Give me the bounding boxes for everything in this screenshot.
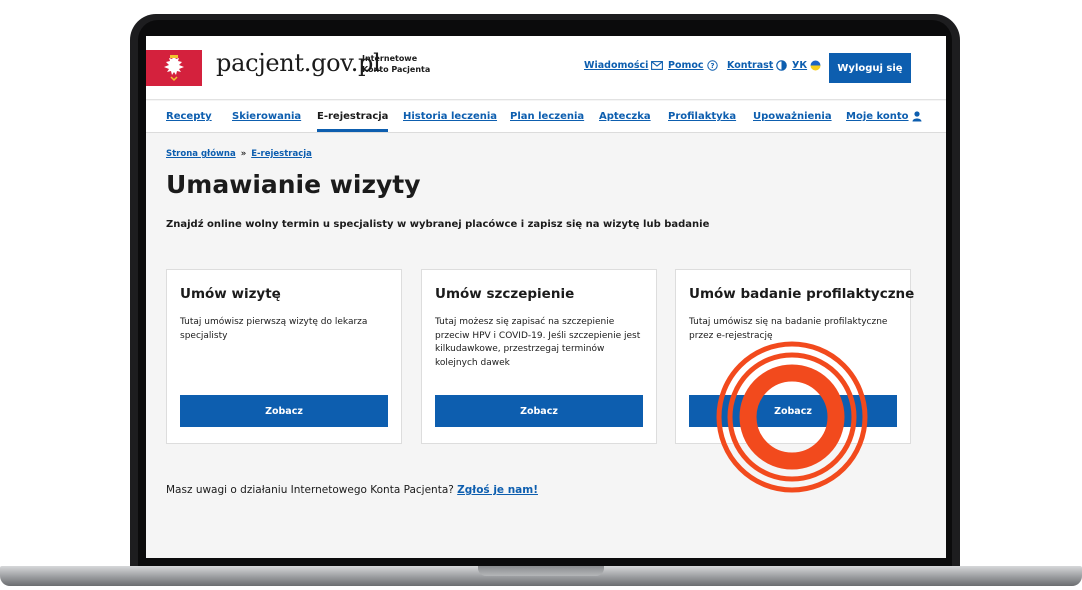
site-logo[interactable]: pacjent.gov.pl [216, 49, 381, 77]
nav-item-skierowania[interactable]: Skierowania [232, 111, 301, 122]
site-subtitle-line2: Konto Pacjenta [362, 65, 431, 74]
envelope-icon [651, 61, 664, 70]
site-subtitle: Internetowe Konto Pacjenta [362, 53, 442, 75]
white-eagle-icon[interactable] [146, 50, 202, 86]
breadcrumb: Strona główna » E-rejestracja [166, 149, 312, 159]
contrast-label: Kontrast [727, 60, 774, 71]
laptop-notch [478, 566, 604, 576]
see-preventive-exam-button[interactable]: Zobacz [689, 395, 897, 427]
nav-item-recepty[interactable]: Recepty [166, 111, 212, 122]
see-vaccination-button[interactable]: Zobacz [435, 395, 643, 427]
site-header: pacjent.gov.pl Internetowe Konto Pacjent… [146, 36, 946, 100]
see-visit-button[interactable]: Zobacz [180, 395, 388, 427]
breadcrumb-current[interactable]: E-rejestracja [251, 149, 312, 159]
logout-button[interactable]: Wyloguj się [829, 53, 911, 83]
language-link[interactable]: УК [792, 60, 821, 71]
page-title: Umawianie wizyty [166, 170, 421, 199]
user-icon [912, 111, 922, 122]
main-nav: Recepty Skierowania E-rejestracja Histor… [146, 101, 946, 133]
nav-item-profilaktyka[interactable]: Profilaktyka [668, 111, 736, 122]
card-title: Umów wizytę [180, 286, 281, 302]
contrast-link[interactable]: Kontrast [727, 60, 788, 71]
help-label: Pomoc [668, 60, 704, 71]
card-visit: Umów wizytę Tutaj umówisz pierwszą wizyt… [166, 269, 402, 444]
messages-link[interactable]: Wiadomości [584, 60, 664, 71]
nav-item-plan-leczenia[interactable]: Plan leczenia [510, 111, 584, 122]
question-circle-icon: ? [706, 60, 718, 71]
nav-item-apteczka[interactable]: Apteczka [599, 111, 651, 122]
card-text: Tutaj możesz się zapisać na szczepienie … [435, 317, 641, 368]
nav-item-historia-leczenia[interactable]: Historia leczenia [403, 111, 497, 122]
language-label: УК [792, 60, 808, 71]
page-lead: Znajdź online wolny termin u specjalisty… [166, 219, 710, 230]
svg-text:?: ? [710, 62, 714, 70]
feedback-text: Masz uwagi o działaniu Internetowego Kon… [166, 484, 454, 496]
card-vaccination: Umów szczepienie Tutaj możesz się zapisa… [421, 269, 657, 444]
card-title: Umów badanie profilaktyczne [689, 286, 915, 302]
feedback-section: Masz uwagi o działaniu Internetowego Kon… [166, 484, 538, 496]
card-preventive-exam: Umów badanie profilaktyczne Tutaj umówis… [675, 269, 915, 444]
nav-item-e-rejestracja[interactable]: E-rejestracja [317, 111, 389, 132]
breadcrumb-separator: » [240, 149, 247, 159]
feedback-link[interactable]: Zgłoś je nam! [457, 484, 538, 496]
card-title: Umów szczepienie [435, 286, 575, 302]
ukraine-flag-icon [810, 60, 821, 71]
breadcrumb-home[interactable]: Strona główna [166, 149, 236, 159]
contrast-icon [776, 60, 788, 71]
nav-item-moje-konto[interactable]: Moje konto [846, 111, 922, 122]
card-text: Tutaj umówisz pierwszą wizytę do lekarza… [180, 317, 368, 341]
nav-item-upowaznienia[interactable]: Upoważnienia [753, 111, 832, 122]
site-subtitle-line1: Internetowe [362, 54, 418, 63]
help-link[interactable]: Pomoc ? [668, 60, 718, 71]
nav-item-moje-konto-label: Moje konto [846, 111, 909, 122]
messages-label: Wiadomości [584, 60, 649, 71]
card-text: Tutaj umówisz się na badanie profilaktyc… [689, 317, 888, 341]
browser-screen: pacjent.gov.pl Internetowe Konto Pacjent… [146, 36, 946, 558]
